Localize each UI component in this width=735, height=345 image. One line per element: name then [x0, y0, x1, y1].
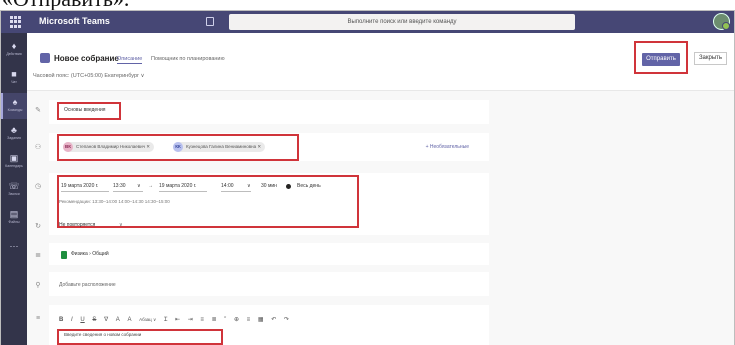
font-size-icon[interactable]: A: [127, 317, 131, 323]
end-time-underline: [221, 191, 251, 192]
rail-item-calendar[interactable]: ▣ Календарь: [1, 149, 27, 175]
chevron-down-icon[interactable]: ∨: [137, 181, 141, 191]
highlight-icon[interactable]: ∇: [104, 316, 108, 323]
channel-icon: ≣: [35, 252, 41, 259]
rail-item-assignments[interactable]: ♣ Задания: [1, 121, 27, 147]
repeat-select[interactable]: Не повторяется: [59, 222, 95, 228]
location-input[interactable]: Добавьте расположение: [59, 282, 116, 288]
undo-icon[interactable]: ↶: [271, 316, 276, 323]
calls-icon: ☏: [8, 181, 20, 191]
rail-item-more[interactable]: ···: [1, 237, 27, 263]
more-icon: ···: [9, 241, 19, 251]
page-title: Новое собрание: [54, 54, 119, 63]
paragraph-select[interactable]: Абзац ∨: [139, 317, 156, 323]
tab-details[interactable]: Описание: [117, 56, 143, 64]
end-date-underline: [159, 191, 207, 192]
files-icon: ▤: [9, 209, 19, 219]
location-icon: ⚲: [35, 282, 41, 289]
team-icon: [61, 251, 67, 259]
search-input[interactable]: Выполните поиск или введите команду: [229, 14, 575, 30]
end-time-input[interactable]: 14:00: [221, 181, 234, 191]
teams-window: Microsoft Teams Выполните поиск или введ…: [0, 10, 735, 345]
close-button[interactable]: Закрыть: [694, 52, 727, 65]
table-icon[interactable]: ▦: [258, 316, 264, 323]
italic-icon[interactable]: I: [71, 317, 73, 323]
bulleted-list-icon[interactable]: ≡: [200, 317, 204, 323]
caption-text: «Отправить».: [2, 0, 733, 10]
top-bar: Microsoft Teams Выполните поиск или введ…: [1, 11, 734, 33]
rail-item-chat[interactable]: ■ Чат: [1, 65, 27, 91]
chevron-down-icon[interactable]: ∨: [247, 181, 251, 191]
add-people-icon: ⚇: [34, 144, 42, 151]
all-day-label: Весь день: [297, 183, 321, 189]
meeting-header: Новое собрание Описание Помощник по план…: [27, 33, 734, 91]
avatar: ВК: [63, 142, 73, 152]
send-button[interactable]: Отправить: [642, 53, 680, 66]
repeat-icon: ↻: [35, 223, 41, 230]
chat-icon: ■: [11, 69, 17, 79]
meeting-form: ✎ Основы введения ⚇ ВК Степанов Владимир…: [27, 91, 734, 345]
font-color-icon[interactable]: A: [116, 317, 120, 323]
start-time-underline: [113, 191, 143, 192]
calendar-icon: ▣: [9, 153, 19, 163]
attendee-name: Кузнецова Галина Вениаминовна ✕: [186, 144, 262, 149]
rail-item-files[interactable]: ▤ Файлы: [1, 205, 27, 231]
link-icon[interactable]: ⊕: [234, 316, 239, 323]
quote-icon[interactable]: ”: [224, 317, 226, 323]
tab-scheduling-assistant[interactable]: Помощник по планированию: [151, 56, 225, 62]
arrow-right-icon: →: [148, 183, 153, 189]
formatting-toolbar: B I U S ∇ A A Абзац ∨ Ɪ ⇤ ⇥ ≡ ≣ ” ⊕ ≡ ▦ …: [59, 315, 295, 325]
timezone-select[interactable]: Часовой пояс: (UTC+05:00) Екатеринбург ∨: [33, 73, 145, 79]
start-date-input[interactable]: 19 марта 2020 г.: [61, 181, 98, 191]
numbered-list-icon[interactable]: ≣: [212, 316, 217, 323]
app-launcher-icon[interactable]: [10, 16, 22, 28]
align-icon[interactable]: ≡: [247, 317, 251, 323]
activity-icon: ♦: [11, 41, 17, 51]
optional-attendees-link[interactable]: + Необязательные: [426, 144, 469, 150]
left-rail: ♦ Действия ■ Чат ♠ Команды ♣ Задания ▣ К…: [1, 33, 27, 345]
start-date-underline: [61, 191, 109, 192]
start-time-input[interactable]: 13:30: [113, 181, 126, 191]
rail-item-label: Команды: [7, 108, 23, 112]
channel-row: [49, 243, 489, 265]
duration-label: 30 мин: [261, 183, 277, 189]
rail-item-label: Задания: [7, 136, 21, 140]
bold-icon[interactable]: B: [59, 317, 63, 323]
rail-item-calls[interactable]: ☏ Звонки: [1, 177, 27, 203]
clock-icon: ◷: [34, 183, 42, 190]
rail-item-label: Звонки: [8, 192, 20, 196]
strikethrough-icon[interactable]: S: [92, 317, 96, 323]
redo-icon[interactable]: ↷: [284, 316, 289, 323]
chevron-down-icon[interactable]: ∨: [119, 222, 123, 228]
assignments-icon: ♣: [11, 125, 17, 135]
attendee-chip[interactable]: КК Кузнецова Галина Вениаминовна ✕: [173, 142, 266, 152]
rail-item-teams[interactable]: ♠ Команды: [1, 93, 27, 119]
teams-icon: ♠: [12, 97, 18, 107]
indent-icon[interactable]: ⇥: [188, 316, 193, 323]
title-input[interactable]: Основы введения: [61, 104, 142, 120]
time-suggestions[interactable]: Рекомендации: 13:30–14:00 14:00–14:30 14…: [59, 199, 170, 204]
end-date-input[interactable]: 19 марта 2020 г.: [159, 181, 196, 191]
description-icon: ≡: [35, 315, 41, 322]
rail-item-label: Действия: [6, 52, 22, 56]
rail-item-label: Календарь: [5, 164, 23, 168]
pencil-icon: ✎: [35, 107, 41, 114]
calendar-icon: [40, 53, 50, 63]
clear-format-icon[interactable]: Ɪ: [164, 315, 167, 323]
channel-select[interactable]: Физика › Общий: [71, 251, 109, 257]
app-title: Microsoft Teams: [39, 16, 110, 26]
outdent-icon[interactable]: ⇤: [175, 316, 180, 323]
rail-item-activity[interactable]: ♦ Действия: [1, 37, 27, 63]
attendee-name: Степанов Владимир Николаевич ✕: [76, 144, 151, 149]
avatar[interactable]: [713, 13, 730, 30]
pop-out-icon[interactable]: [206, 17, 214, 26]
rail-item-label: Файлы: [8, 220, 20, 224]
description-input[interactable]: Введите сведения о новом собрании: [61, 330, 221, 344]
all-day-toggle[interactable]: [286, 184, 291, 189]
rail-item-label: Чат: [11, 80, 17, 84]
avatar: КК: [173, 142, 183, 152]
attendee-chip[interactable]: ВК Степанов Владимир Николаевич ✕: [63, 142, 155, 152]
underline-icon[interactable]: U: [80, 317, 84, 323]
send-highlight: Отправить: [634, 41, 688, 74]
